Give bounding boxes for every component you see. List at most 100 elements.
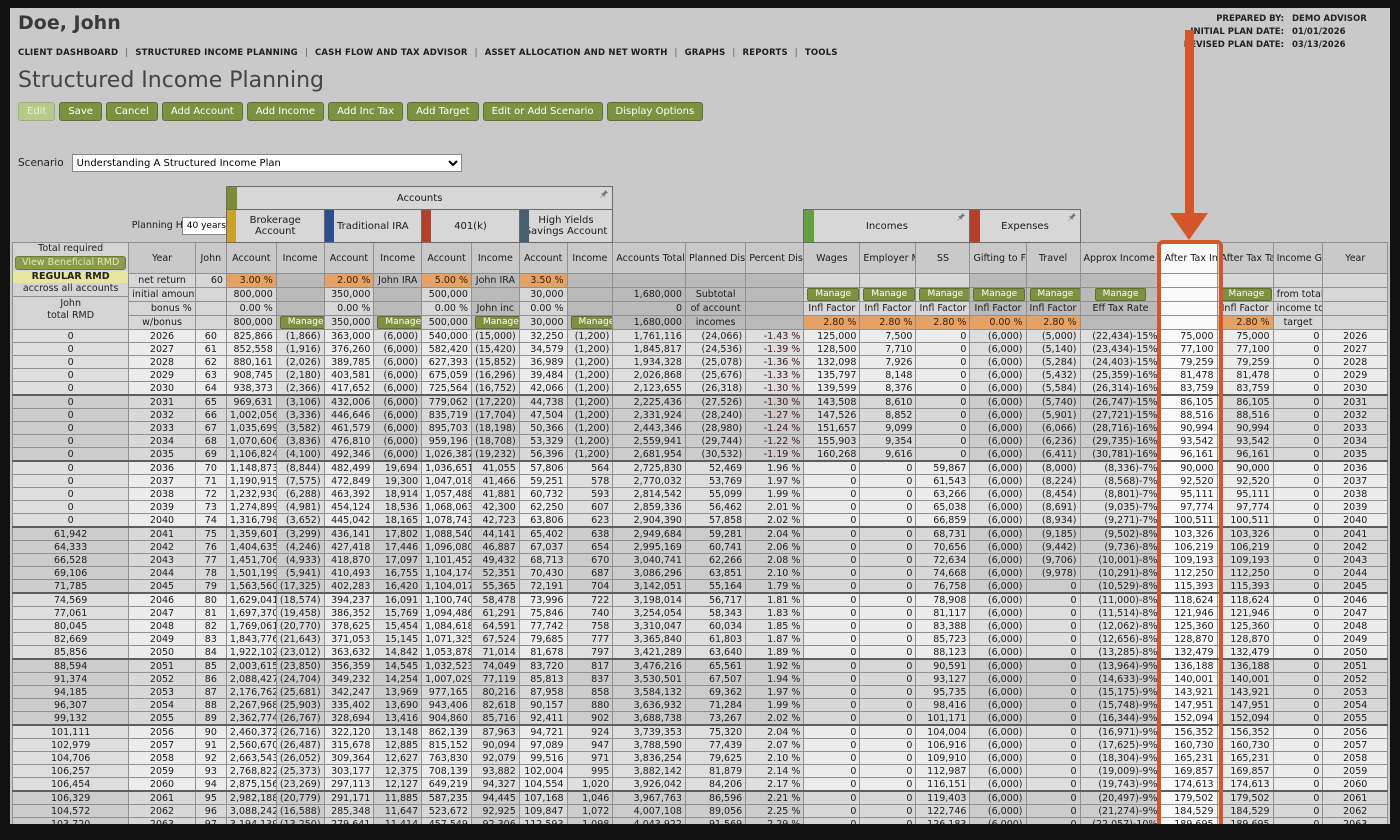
cell: 79,259: [1216, 355, 1274, 369]
cell: 3,636,932: [612, 698, 686, 712]
cell: 11,647: [373, 804, 423, 818]
cell: 90,994: [1216, 421, 1274, 435]
subheader-cell: [275, 273, 325, 288]
nav-client-dashboard[interactable]: CLIENT DASHBOARD: [18, 48, 118, 58]
cell: (26,487): [275, 738, 325, 752]
cell: 121,946: [1216, 606, 1274, 620]
cell: 79,259: [1160, 355, 1218, 369]
cell: 837: [566, 672, 614, 686]
manage-button[interactable]: Manage: [807, 288, 859, 301]
subheader-cell: [566, 273, 614, 288]
pin-icon[interactable]: [956, 212, 966, 225]
cell: 777: [566, 632, 614, 646]
cell: 70,430: [518, 566, 568, 580]
view-beneficial-rmd-button[interactable]: View Beneficial RMD: [15, 256, 127, 270]
cell: 88: [194, 698, 227, 712]
cell: 73,267: [684, 711, 747, 726]
accounts-group-label: Accounts: [396, 192, 443, 204]
manage-button[interactable]: Manage: [919, 288, 969, 301]
cell: 92,079: [470, 751, 520, 765]
pin-icon[interactable]: [599, 189, 609, 202]
cell: (9,978): [1025, 566, 1081, 580]
manage-button[interactable]: Manage: [377, 316, 421, 329]
subheader-cell: Manage: [1216, 287, 1274, 302]
cell: 151,657: [803, 421, 861, 435]
cell: (12,656)-8%: [1079, 632, 1162, 646]
cell: 2,176,762: [225, 685, 277, 699]
cell: 81,678: [518, 645, 568, 660]
display-options-button[interactable]: Display Options: [606, 102, 704, 121]
manage-button[interactable]: Manage: [1029, 288, 1080, 301]
cell: 93,127: [915, 672, 971, 686]
nav-structured-income-planning[interactable]: STRUCTURED INCOME PLANNING: [135, 48, 298, 58]
manage-button[interactable]: Manage: [1094, 288, 1147, 301]
cell: (6,000): [969, 447, 1027, 462]
cell: (6,000): [969, 355, 1027, 369]
add-inc-tax-button[interactable]: Add Inc Tax: [328, 102, 404, 121]
cell: 62: [194, 355, 227, 369]
regular-rmd-label[interactable]: REGULAR RMD: [13, 271, 128, 283]
cancel-button[interactable]: Cancel: [105, 102, 158, 121]
cell: 0: [1272, 540, 1324, 554]
cell: 98,416: [915, 698, 971, 712]
pin-icon[interactable]: [1067, 212, 1077, 225]
cell: (6,000): [969, 553, 1027, 567]
col-income: Income: [470, 242, 520, 274]
cell: 0: [1272, 566, 1324, 580]
nav-graphs[interactable]: GRAPHS: [685, 48, 726, 58]
cell: 75: [194, 526, 227, 541]
add-account-button[interactable]: Add Account: [161, 102, 243, 121]
cell: 1,843,776: [225, 632, 277, 646]
edit-button[interactable]: Edit: [18, 102, 56, 121]
column-header-row: Total required View Beneficial RMD REGULAR…: [11, 242, 1388, 330]
manage-button[interactable]: Manage: [474, 316, 519, 329]
manage-button[interactable]: Manage: [279, 316, 324, 329]
cell: 0: [1025, 592, 1081, 607]
cell: (6,000): [969, 342, 1027, 356]
add-target-button[interactable]: Add Target: [407, 102, 479, 121]
cell: 14,545: [373, 658, 423, 673]
cell: (6,000): [969, 698, 1027, 712]
nav-reports[interactable]: REPORTS: [742, 48, 787, 58]
subheader-cell: from total: [1272, 287, 1324, 302]
cell: (8,000): [1025, 460, 1081, 475]
cell: 42,300: [470, 500, 520, 514]
scenario-select[interactable]: Understanding A Structured Income Plan: [71, 154, 462, 172]
cell: 0: [1272, 487, 1324, 501]
cell: 0: [1272, 658, 1324, 673]
subheader-cell: [745, 315, 805, 330]
save-button[interactable]: Save: [59, 102, 102, 121]
manage-button[interactable]: Manage: [570, 316, 612, 329]
cell: 66,528: [11, 553, 130, 567]
manage-button[interactable]: Manage: [973, 288, 1026, 301]
planning-horizon-select[interactable]: 40 years: [181, 216, 227, 235]
manage-button[interactable]: Manage: [863, 288, 915, 301]
cell: 2,088,427: [225, 672, 277, 686]
cell: 165,231: [1160, 751, 1218, 765]
subheader-cell: Manage: [470, 315, 520, 330]
cell: 0: [803, 619, 861, 633]
cell: 2052: [1322, 672, 1388, 686]
cell: 0: [1025, 777, 1081, 792]
subheader-cell: Manage: [1025, 287, 1081, 302]
cell: 0: [1025, 738, 1081, 752]
cell: (26,052): [275, 751, 325, 765]
manage-button[interactable]: Manage: [1220, 288, 1273, 301]
account-header-brokerage: Brokerage Account: [225, 209, 325, 243]
table-row: 0 2038 72 1,232,930 (6,288) 463,392 18,914 1,05…: [11, 487, 1388, 501]
cell: 103,326: [1216, 526, 1274, 541]
cell: 36,989: [518, 355, 568, 369]
nav-asset-allocation-net-worth[interactable]: ASSET ALLOCATION AND NET WORTH: [485, 48, 668, 58]
nav-tools[interactable]: TOOLS: [805, 48, 838, 58]
cell: 2031: [1322, 394, 1388, 409]
cell: (6,000): [969, 685, 1027, 699]
table-row: 96,307 2054 88 2,267,968 (25,903) 335,402 13,6…: [11, 698, 1388, 712]
add-income-button[interactable]: Add Income: [246, 102, 325, 121]
cell: 92,411: [518, 711, 568, 726]
cell: (11,000)-8%: [1079, 592, 1162, 607]
edit-or-add-scenario-button[interactable]: Edit or Add Scenario: [482, 102, 603, 121]
cell: 0: [1025, 724, 1081, 739]
nav-cash-flow-tax-advisor[interactable]: CASH FLOW AND TAX ADVISOR: [315, 48, 468, 58]
cell: 2042: [1322, 540, 1388, 554]
table-row: 0 2032 66 1,002,056 (3,336) 446,646 (6,000) 835…: [11, 408, 1388, 422]
